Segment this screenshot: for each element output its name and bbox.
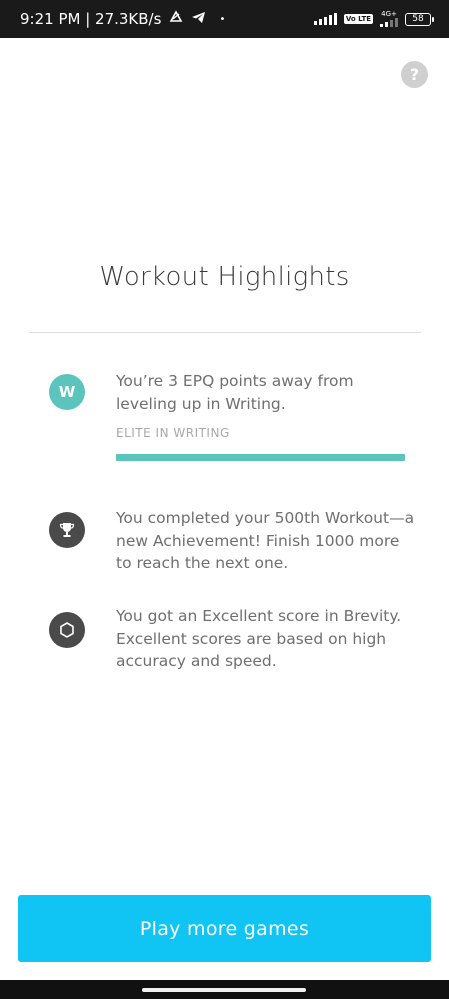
dot-icon: • bbox=[219, 13, 226, 25]
writing-badge-icon: W bbox=[49, 374, 85, 410]
highlight-writing: W You’re 3 EPQ points away from leveling… bbox=[49, 370, 419, 470]
nav-bar bbox=[0, 980, 449, 999]
highlight-text: You’re 3 EPQ points away from leveling u… bbox=[116, 372, 354, 413]
signal-2-icon bbox=[380, 18, 398, 27]
page-title: Workout Highlights bbox=[99, 262, 350, 292]
data-saver-icon bbox=[168, 10, 184, 28]
network-type: 4G+ bbox=[381, 10, 397, 18]
highlight-achievement: You completed your 500th Workout—a new A… bbox=[49, 507, 419, 577]
home-indicator[interactable] bbox=[142, 988, 306, 992]
progress-bar bbox=[116, 454, 405, 461]
trophy-icon bbox=[49, 512, 85, 548]
progress-fill bbox=[116, 454, 405, 461]
telegram-icon bbox=[191, 10, 206, 28]
play-more-games-button[interactable]: Play more games bbox=[18, 895, 431, 962]
help-icon[interactable]: ? bbox=[401, 61, 428, 88]
signal-icon bbox=[313, 13, 337, 25]
status-time-speed: 9:21 PM | 27.3KB/s bbox=[20, 10, 162, 28]
highlight-text: You completed your 500th Workout—a new A… bbox=[116, 509, 415, 572]
highlight-text: You got an Excellent score in Brevity. E… bbox=[116, 607, 402, 670]
status-bar: 9:21 PM | 27.3KB/s • Vo LTE 4G+ 58 bbox=[0, 0, 449, 38]
level-label: ELITE IN WRITING bbox=[116, 426, 230, 440]
battery-icon: 58 bbox=[405, 12, 434, 26]
volte-icon: Vo LTE bbox=[343, 14, 373, 24]
badge-letter: W bbox=[58, 383, 76, 401]
battery-level: 58 bbox=[412, 13, 424, 24]
divider bbox=[29, 332, 421, 333]
hexagon-icon bbox=[49, 612, 85, 648]
highlight-score: You got an Excellent score in Brevity. E… bbox=[49, 605, 419, 675]
